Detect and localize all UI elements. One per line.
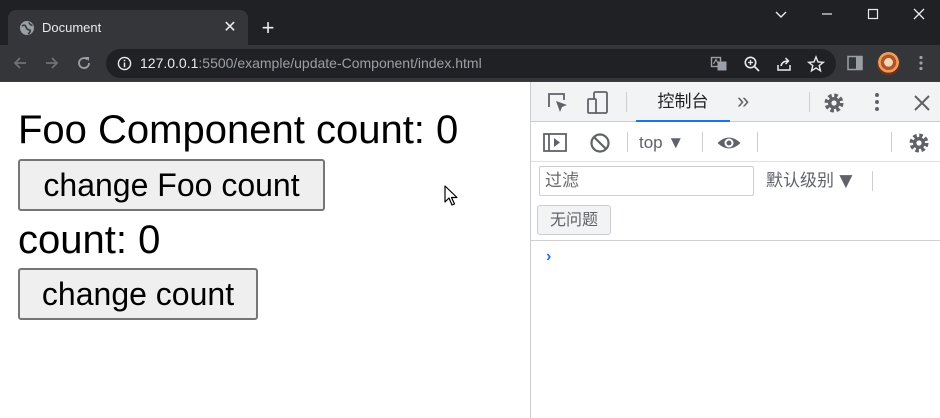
maximize-icon: [867, 8, 879, 20]
mouse-cursor-icon: [444, 185, 458, 206]
devtools-settings-button[interactable]: [821, 90, 847, 116]
side-panel-icon[interactable]: [846, 54, 864, 72]
browser-tab-bar: Document ✕ +: [0, 0, 940, 45]
arrow-left-icon: [13, 57, 26, 69]
share-icon[interactable]: [775, 55, 793, 73]
inspect-cursor-icon: [548, 93, 567, 112]
console-toolbar: top ▼: [531, 123, 940, 162]
maximize-button[interactable]: [850, 0, 896, 28]
new-tab-button[interactable]: +: [256, 16, 280, 40]
close-window-button[interactable]: [896, 0, 940, 28]
gear-icon: [909, 133, 929, 153]
change-foo-count-button[interactable]: change Foo count: [18, 159, 325, 211]
toolbar-divider: [626, 92, 627, 112]
profile-avatar[interactable]: [877, 52, 900, 75]
forward-button[interactable]: [40, 51, 64, 75]
chevron-down-icon: [775, 11, 787, 18]
gear-icon: [824, 93, 844, 113]
console-filter-input[interactable]: [539, 166, 754, 196]
issues-button[interactable]: 无问题: [537, 205, 612, 235]
browser-toolbar: 127.0.0.1:5500/example/update-Component/…: [0, 45, 940, 82]
show-sidebar-button[interactable]: [542, 130, 568, 156]
close-icon: [913, 8, 925, 20]
minimize-icon: [822, 13, 832, 15]
url-host: 127.0.0.1: [140, 55, 199, 71]
devtools-menu-button[interactable]: [864, 90, 890, 116]
back-button[interactable]: [8, 51, 32, 75]
toolbar-divider: [872, 171, 873, 191]
url-path: :5500/example/update-Component/index.htm…: [198, 55, 482, 71]
toolbar-divider: [757, 132, 758, 152]
tab-title: Document: [42, 20, 102, 35]
device-toolbar-button[interactable]: [585, 90, 611, 116]
close-devtools-button[interactable]: [909, 90, 935, 116]
sidebar-toggle-icon: [543, 133, 567, 152]
minimize-button[interactable]: [804, 0, 850, 28]
page-viewport: Foo Component count: 0 change Foo count …: [0, 82, 530, 418]
console-settings-button[interactable]: [906, 130, 932, 156]
clear-console-button[interactable]: [587, 130, 613, 156]
globe-icon: [20, 21, 34, 35]
live-expression-button[interactable]: [716, 130, 742, 156]
inspect-element-button[interactable]: [545, 90, 571, 116]
address-bar[interactable]: 127.0.0.1:5500/example/update-Component/…: [106, 49, 836, 78]
context-selector[interactable]: top ▼: [639, 133, 684, 153]
log-level-selector[interactable]: 默认级别 ▼: [766, 171, 852, 191]
url-text: 127.0.0.1:5500/example/update-Component/…: [140, 55, 482, 72]
tab-search-button[interactable]: [758, 0, 804, 28]
reload-icon: [78, 57, 90, 69]
console-prompt[interactable]: ›: [546, 247, 551, 267]
tab-console[interactable]: 控制台: [636, 82, 730, 122]
close-icon: [914, 95, 930, 111]
arrow-right-icon: [46, 57, 59, 69]
devtools-tab-bar: 控制台 »: [531, 82, 940, 122]
reload-button[interactable]: [72, 51, 96, 75]
eye-icon: [717, 137, 741, 149]
translate-icon[interactable]: [710, 55, 728, 73]
device-toggle-icon: [587, 91, 608, 114]
foo-component-heading: Foo Component count: 0: [18, 108, 459, 152]
toolbar-divider: [809, 92, 810, 112]
toolbar-divider: [702, 132, 703, 152]
more-tabs-button[interactable]: »: [737, 89, 749, 113]
star-icon[interactable]: [807, 55, 825, 73]
kebab-menu-icon[interactable]: [912, 54, 930, 72]
toolbar-divider: [891, 132, 892, 152]
zoom-icon[interactable]: [743, 55, 761, 73]
info-icon[interactable]: [117, 56, 132, 71]
browser-tab-document[interactable]: Document ✕: [8, 10, 248, 45]
console-divider: [531, 240, 940, 241]
tab-close-icon[interactable]: ✕: [220, 18, 240, 38]
kebab-menu-icon: [875, 93, 879, 111]
devtools-panel: 控制台 » top ▼ 过滤 默认级别 ▼ 无问题 ›: [530, 82, 940, 418]
toolbar-divider: [627, 132, 628, 152]
block-icon: [590, 133, 610, 153]
count-text: count: 0: [18, 218, 161, 262]
change-count-button[interactable]: change count: [18, 268, 258, 320]
